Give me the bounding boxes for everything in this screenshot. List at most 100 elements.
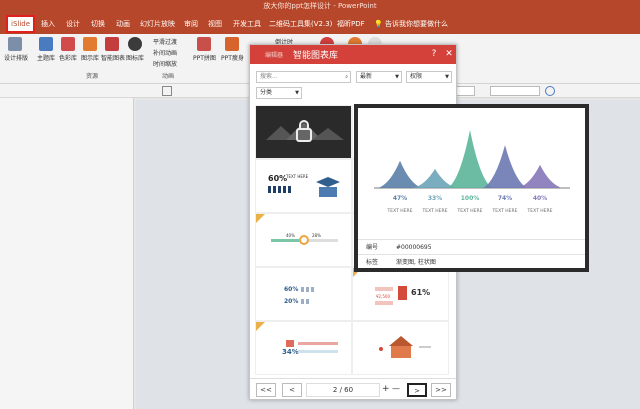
template-thumb[interactable]: 34%: [255, 321, 352, 375]
thumb-value-a: 40%: [286, 233, 295, 238]
ppt-puzzle-label: PPT拼图: [193, 55, 216, 62]
chart-value-label-4: 40%: [533, 195, 547, 202]
theme-library-button[interactable]: 主题库: [35, 37, 57, 62]
tab-islide[interactable]: iSlide: [6, 15, 36, 33]
preview-id-row: 编号 #00000695: [358, 239, 585, 254]
template-thumb[interactable]: ¥2,500 61%: [352, 267, 449, 321]
tab-qrcode[interactable]: 二维码工具集(V2.3): [269, 17, 332, 32]
template-thumb[interactable]: [352, 321, 449, 375]
design-layout-label: 设计排版: [4, 55, 29, 62]
zoom-out-icon[interactable]: —: [392, 384, 400, 393]
puzzle-icon: [197, 37, 211, 51]
diagram-icon: [83, 37, 97, 51]
tween-animation-button[interactable]: 补间动画: [153, 48, 177, 57]
color-library-button[interactable]: 色彩库: [57, 37, 79, 62]
chart-preview-popup: 47% TEXT HERE 33% TEXT HERE 100% TEXT HERE 74%…: [354, 104, 589, 272]
permission-value: 权限: [410, 73, 423, 80]
chart-icon: [105, 37, 119, 51]
tab-view[interactable]: 视图: [208, 17, 222, 32]
panel-title: 智能图表库: [293, 51, 339, 61]
help-icon[interactable]: ?: [428, 48, 440, 60]
chevron-down-icon: ▼: [445, 74, 449, 80]
tab-foxit-pdf[interactable]: 福昕PDF: [337, 17, 365, 32]
tab-transition[interactable]: 切换: [91, 17, 105, 32]
id-label: 编号: [366, 244, 379, 251]
chart-category-label-4: TEXT HERE: [527, 208, 553, 214]
diagram-library-button[interactable]: 图示库: [79, 37, 101, 62]
last-page-button[interactable]: >>: [431, 383, 451, 397]
size-box[interactable]: [490, 86, 540, 96]
next-page-button[interactable]: >: [407, 383, 427, 397]
zoom-in-icon[interactable]: +: [382, 384, 390, 394]
color-library-label: 色彩库: [58, 55, 77, 62]
panel-editor-tab[interactable]: 编辑器: [265, 50, 283, 59]
tab-animation[interactable]: 动画: [116, 17, 130, 32]
tab-review[interactable]: 审阅: [184, 17, 198, 32]
chart-value-label-1: 33%: [428, 195, 442, 202]
smart-chart-label: 智能图表: [101, 55, 126, 62]
template-thumb[interactable]: 60% TEXT HERE: [255, 159, 352, 213]
lock-icon: [266, 120, 344, 142]
tell-me-label: 告诉我你想要做什么: [384, 20, 448, 28]
chart-peak-2: [448, 130, 492, 188]
tag-label: 标签: [366, 259, 379, 266]
tag-value: 渐变图, 柱状图: [396, 259, 436, 266]
search-input[interactable]: 搜索... ⌕: [256, 71, 351, 83]
chart-category-label-0: TEXT HERE: [387, 208, 413, 214]
template-thumb[interactable]: 60% 20%: [255, 267, 352, 321]
thumb-value-b: 28%: [312, 233, 321, 238]
tell-me-search[interactable]: 💡 告诉我你想要做什么: [374, 17, 448, 32]
permission-select[interactable]: 权限 ▼: [406, 71, 452, 83]
select-icon[interactable]: [162, 86, 172, 96]
lightbulb-icon: 💡: [374, 20, 383, 28]
first-page-button[interactable]: <<: [256, 383, 276, 397]
sort-select[interactable]: 最新 ▼: [356, 71, 402, 83]
chart-peak-0: [378, 160, 422, 188]
category-value: 分类: [260, 89, 273, 96]
preview-chart: 47% TEXT HERE 33% TEXT HERE 100% TEXT HERE 74%…: [374, 130, 570, 214]
chevron-down-icon: ▼: [395, 74, 399, 80]
search-icon: ⌕: [345, 74, 348, 80]
smart-chart-button[interactable]: 智能图表: [101, 37, 126, 62]
coin-icon: [375, 286, 407, 305]
group-label-resources: 资源: [86, 73, 99, 80]
panel-header: 编辑器 智能图表库 ? ✕: [250, 45, 456, 64]
design-layout-button[interactable]: 设计排版: [4, 37, 29, 62]
chart-category-label-3: TEXT HERE: [492, 208, 518, 214]
chart-value-label-0: 47%: [393, 195, 407, 202]
chart-peak-3: [483, 145, 527, 188]
gift-icon: [286, 340, 338, 353]
close-icon[interactable]: ✕: [443, 48, 455, 60]
progress-chart: [271, 235, 338, 245]
pager: << < 2 / 60 + — > >>: [250, 378, 456, 400]
shield-icon[interactable]: [545, 86, 555, 96]
people-icon: [301, 287, 314, 304]
preview-tag-row: 标签 渐变图, 柱状图: [358, 254, 585, 269]
icon-library-icon: [128, 37, 142, 51]
chart-value-label-2: 100%: [461, 195, 480, 202]
template-thumb-locked[interactable]: [255, 105, 352, 159]
theme-library-label: 主题库: [36, 55, 55, 62]
slim-icon: [225, 37, 239, 51]
tab-insert[interactable]: 插入: [41, 17, 55, 32]
theme-icon: [39, 37, 53, 51]
category-select[interactable]: 分类 ▼: [256, 87, 302, 99]
chart-peak-1: [413, 168, 457, 188]
chevron-down-icon: ▼: [295, 90, 299, 96]
chart-category-label-2: TEXT HERE: [457, 208, 483, 214]
window-title: 放大你的ppt怎样设计 - PowerPoint: [0, 0, 640, 13]
icon-library-button[interactable]: 图标库: [124, 37, 146, 62]
ppt-puzzle-button[interactable]: PPT拼图: [193, 37, 216, 62]
time-scale-button[interactable]: 时间缩放: [153, 59, 177, 68]
prev-page-button[interactable]: <: [282, 383, 302, 397]
chart-value-label-3: 74%: [498, 195, 512, 202]
ppt-slim-button[interactable]: PPT瘦身: [221, 37, 244, 62]
layout-icon: [8, 37, 22, 51]
smooth-transition-button[interactable]: 平滑过渡: [153, 37, 177, 46]
ppt-slim-label: PPT瘦身: [221, 55, 244, 62]
template-thumb[interactable]: 40% 28%: [255, 213, 352, 267]
chart-category-label-1: TEXT HERE: [422, 208, 448, 214]
tab-developer[interactable]: 开发工具: [233, 17, 261, 32]
tab-design[interactable]: 设计: [66, 17, 80, 32]
tab-slideshow[interactable]: 幻灯片放映: [140, 17, 175, 32]
